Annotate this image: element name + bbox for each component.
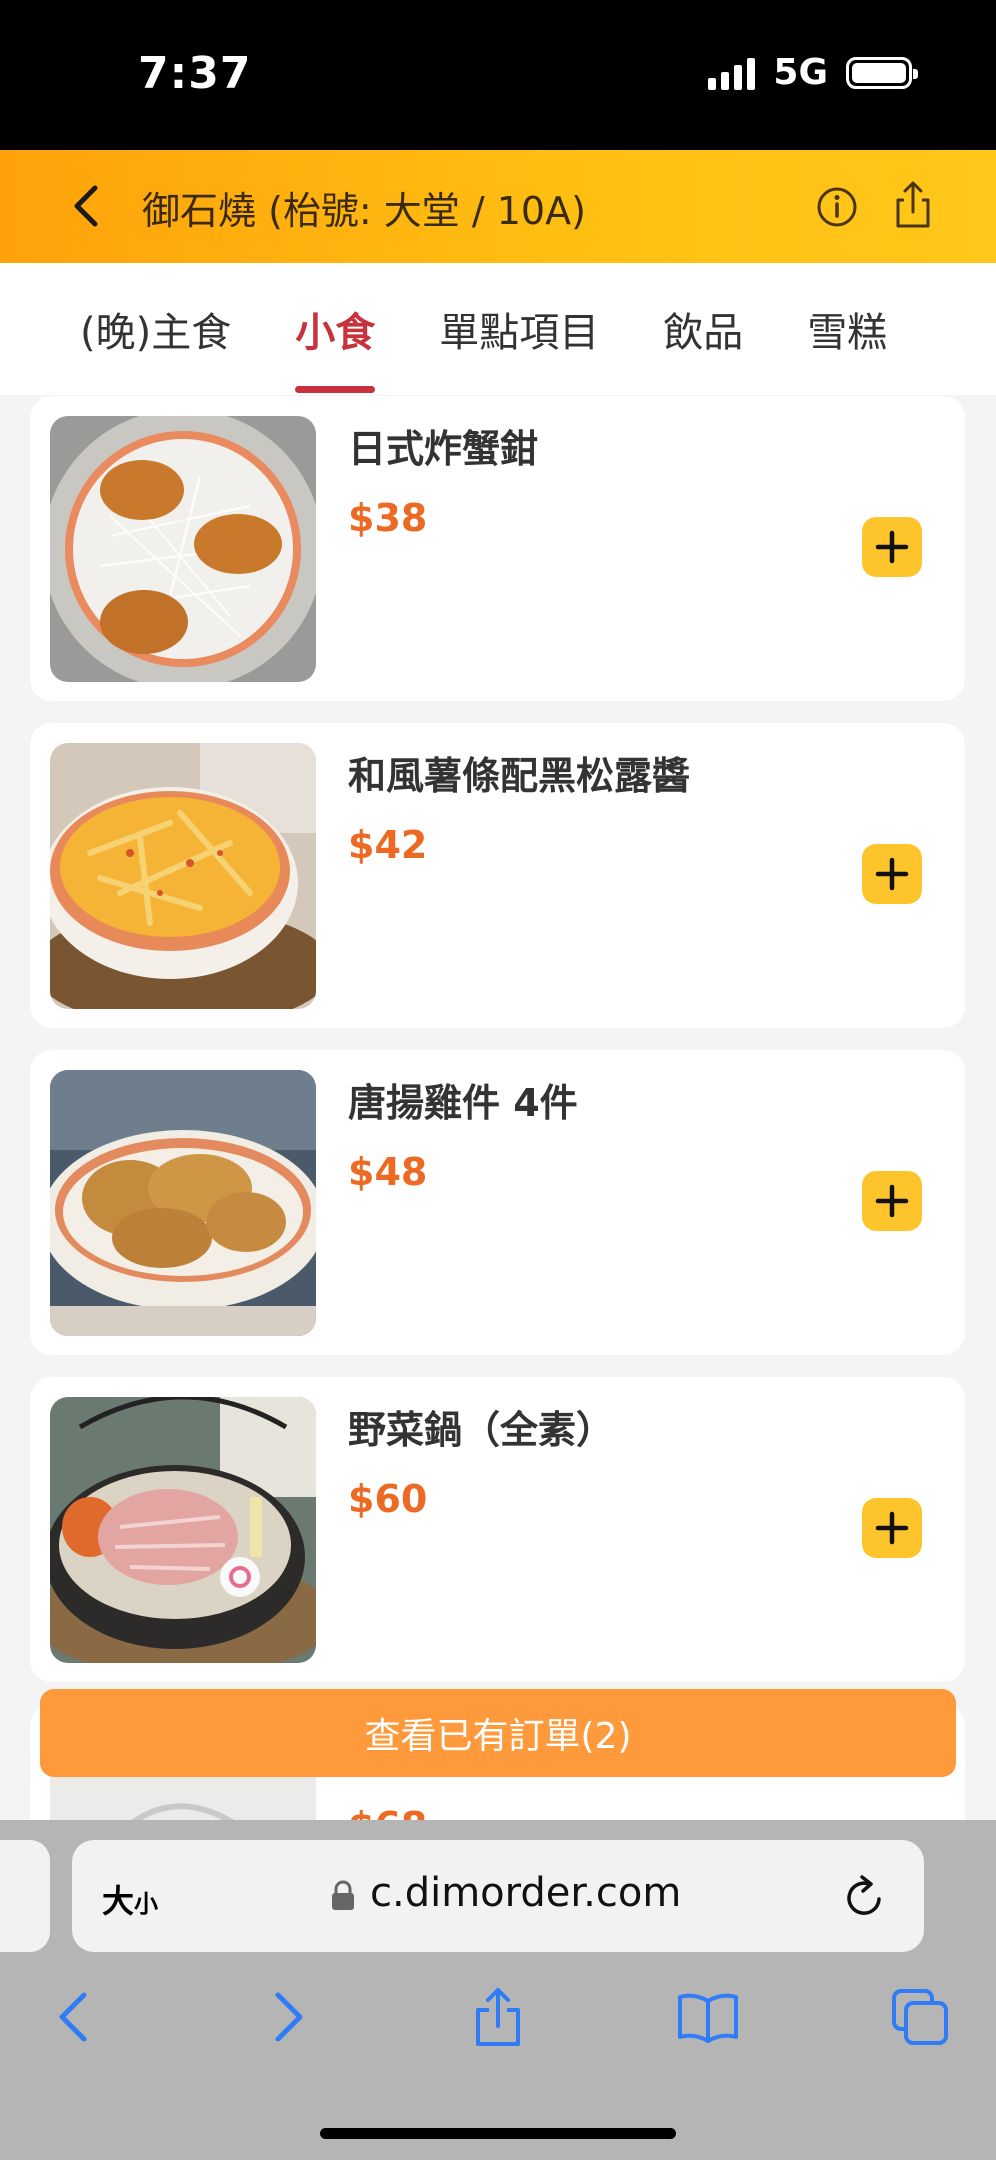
- back-button[interactable]: [58, 178, 114, 234]
- home-indicator: [320, 2128, 676, 2139]
- battery-icon: [846, 56, 918, 89]
- item-photo: [50, 1397, 316, 1663]
- address-bar[interactable]: 大小 c.dimorder.com: [72, 1840, 924, 1952]
- add-to-cart-button[interactable]: [862, 844, 922, 904]
- item-name: 野菜鍋（全素）: [348, 1408, 615, 1452]
- menu-item-card[interactable]: 日式炸蟹鉗 $38: [30, 396, 965, 701]
- page-title: 御石燒 (枱號: 大堂 / 10A): [142, 189, 586, 233]
- app-header: 御石燒 (枱號: 大堂 / 10A): [0, 150, 996, 263]
- menu-item-card[interactable]: 和風薯條配黑松露醬 $42: [30, 723, 965, 1028]
- plus-icon: [875, 1184, 909, 1218]
- text-size-large: 大: [102, 1882, 135, 1920]
- chevron-right-icon: [275, 1992, 303, 2042]
- browser-back-button[interactable]: [38, 1982, 108, 2052]
- item-price: $42: [348, 823, 428, 867]
- item-price: $48: [348, 1150, 428, 1194]
- url-text: c.dimorder.com: [370, 1870, 682, 1916]
- category-tabs: (晚)主食 小食 單點項目 飲品 雪糕: [0, 263, 996, 395]
- tab-snacks[interactable]: 小食: [295, 263, 376, 395]
- item-name: 和風薯條配黑松露醬: [348, 754, 691, 798]
- tab-drinks[interactable]: 飲品: [663, 263, 743, 395]
- previous-tab-peek[interactable]: [0, 1840, 50, 1952]
- add-to-cart-button[interactable]: [862, 1171, 922, 1231]
- status-bar: 7:37 5G: [0, 0, 996, 150]
- item-price: $38: [348, 496, 428, 540]
- item-name: 唐揚雞件 4件: [348, 1081, 578, 1125]
- share-button[interactable]: [888, 178, 938, 234]
- view-orders-button[interactable]: 查看已有訂單(2): [40, 1689, 956, 1777]
- tab-a-la-carte[interactable]: 單點項目: [439, 263, 599, 395]
- tabs-icon: [892, 1989, 948, 2045]
- info-icon: [817, 187, 857, 227]
- reload-icon[interactable]: [842, 1872, 888, 1920]
- text-size-small: 小: [134, 1890, 159, 1918]
- network-label: 5G: [773, 52, 828, 93]
- item-name: 日式炸蟹鉗: [348, 427, 539, 471]
- item-photo: [50, 416, 316, 682]
- back-icon: [74, 185, 98, 227]
- plus-icon: [875, 530, 909, 564]
- browser-toolbar: 大小 c.dimorder.com: [0, 1820, 996, 2160]
- plus-icon: [875, 857, 909, 891]
- tab-dinner-main[interactable]: (晚)主食: [80, 263, 231, 395]
- item-photo: [50, 743, 316, 1009]
- lock-icon: [332, 1880, 354, 1910]
- status-indicators: 5G: [708, 52, 918, 93]
- menu-item-card[interactable]: 野菜鍋（全素） $60: [30, 1377, 965, 1682]
- share-icon: [476, 1988, 520, 2046]
- info-button[interactable]: [812, 182, 862, 232]
- text-size-button[interactable]: 大小: [102, 1876, 158, 1922]
- add-to-cart-button[interactable]: [862, 1498, 922, 1558]
- status-time: 7:37: [138, 48, 252, 99]
- add-to-cart-button[interactable]: [862, 517, 922, 577]
- item-photo: [50, 1070, 316, 1336]
- menu-list: 日式炸蟹鉗 $38 和風薯條配黑松露醬 $42 唐揚雞件 4件 $48 野菜鍋（…: [0, 395, 996, 1820]
- item-price: $68: [348, 1804, 427, 1820]
- browser-tabs-button[interactable]: [885, 1982, 955, 2052]
- tab-ice-cream[interactable]: 雪糕: [807, 263, 887, 395]
- bookmarks-icon: [678, 1993, 738, 2043]
- share-icon: [896, 181, 930, 228]
- signal-icon: [708, 56, 756, 90]
- browser-bookmarks-button[interactable]: [673, 1982, 743, 2052]
- item-price: $60: [348, 1477, 428, 1521]
- plus-icon: [875, 1511, 909, 1545]
- menu-item-card[interactable]: 唐揚雞件 4件 $48: [30, 1050, 965, 1355]
- browser-share-button[interactable]: [463, 1982, 533, 2052]
- chevron-left-icon: [59, 1992, 87, 2042]
- browser-forward-button[interactable]: [254, 1982, 324, 2052]
